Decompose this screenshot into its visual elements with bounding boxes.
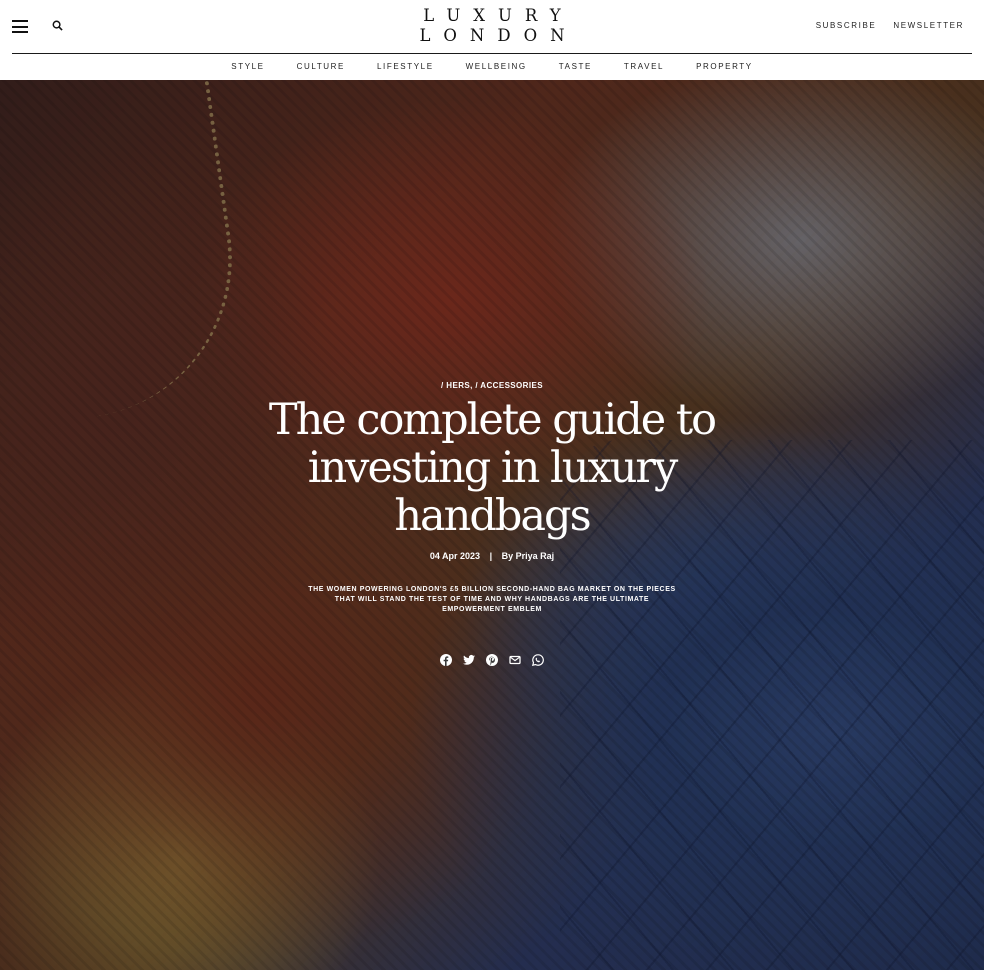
hero-image: / HERS, / ACCESSORIES The complete guide…	[0, 80, 984, 970]
header-divider	[12, 53, 972, 54]
newsletter-link[interactable]: NEWSLETTER	[893, 21, 964, 30]
article-meta: 04 Apr 2023 | By Priya Raj	[0, 551, 984, 561]
meta-separator: |	[489, 551, 493, 561]
category-link-hers[interactable]: / HERS,	[441, 381, 473, 390]
article-date: 04 Apr 2023	[429, 551, 481, 561]
header-links: SUBSCRIBE NEWSLETTER	[816, 21, 964, 30]
nav-item-lifestyle[interactable]: LIFESTYLE	[377, 62, 434, 71]
menu-icon[interactable]	[12, 20, 28, 33]
search-icon[interactable]	[52, 20, 64, 32]
nav-item-style[interactable]: STYLE	[231, 62, 264, 71]
article-standfirst: THE WOMEN POWERING LONDON'S £5 BILLION S…	[308, 586, 676, 613]
main-nav: STYLE CULTURE LIFESTYLE WELLBEING TASTE …	[0, 62, 984, 71]
nav-item-property[interactable]: PROPERTY	[696, 62, 753, 71]
whatsapp-icon[interactable]	[532, 654, 544, 666]
facebook-icon[interactable]	[440, 654, 452, 666]
site-header: LUXURY LONDON SUBSCRIBE NEWSLETTER STYLE…	[0, 0, 984, 80]
nav-item-culture[interactable]: CULTURE	[297, 62, 345, 71]
site-logo[interactable]: LUXURY LONDON	[406, 6, 577, 46]
author-link[interactable]: By Priya Raj	[502, 551, 555, 561]
nav-item-travel[interactable]: TRAVEL	[624, 62, 664, 71]
logo-line-1: LUXURY	[423, 6, 574, 25]
email-icon[interactable]	[509, 654, 521, 666]
article-title: The complete guide to investing in luxur…	[268, 395, 717, 541]
nav-item-taste[interactable]: TASTE	[559, 62, 592, 71]
article-categories: / HERS, / ACCESSORIES	[0, 381, 984, 390]
share-bar	[0, 654, 984, 666]
twitter-icon[interactable]	[463, 654, 475, 666]
logo-line-2: LONDON	[419, 26, 578, 45]
category-link-accessories[interactable]: / ACCESSORIES	[475, 381, 543, 390]
pinterest-icon[interactable]	[486, 654, 498, 666]
nav-item-wellbeing[interactable]: WELLBEING	[466, 62, 527, 71]
subscribe-link[interactable]: SUBSCRIBE	[816, 21, 877, 30]
